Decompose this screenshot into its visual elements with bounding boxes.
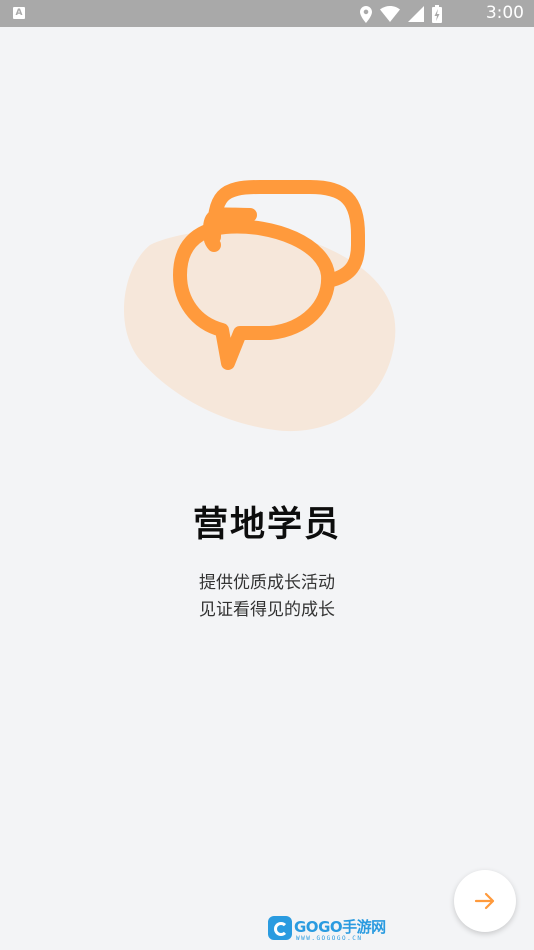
watermark-text: GOGO手游网 (294, 918, 386, 936)
page-subtitle: 提供优质成长活动 见证看得见的成长 (0, 570, 534, 624)
wifi-icon (380, 6, 400, 22)
status-bar: A 3:00 (0, 0, 534, 27)
notification-a-icon: A (13, 7, 25, 19)
cellular-signal-icon (408, 6, 424, 22)
watermark-logo: GOGO手游网 WWW.GOGOGO.CN (268, 914, 386, 944)
watermark-badge-icon (268, 916, 292, 940)
notification-a-label: A (15, 8, 23, 18)
arrow-right-icon (474, 892, 495, 910)
onboarding-screen: A 3:00 营地学员 提供优质成长活动 见证看得见的成长 GOGO手游网 WW… (0, 0, 534, 950)
battery-charging-icon (432, 5, 442, 23)
status-time: 3:00 (485, 3, 524, 23)
page-title: 营地学员 (192, 505, 341, 545)
status-icons (360, 4, 442, 24)
subtitle-line-1: 提供优质成长活动 (199, 573, 335, 593)
next-button[interactable] (454, 870, 516, 932)
chat-bubbles-icon (123, 180, 396, 432)
location-icon (360, 5, 372, 23)
watermark-url: WWW.GOGOGO.CN (296, 935, 363, 942)
subtitle-line-2: 见证看得见的成长 (199, 600, 335, 620)
chat-illustration (110, 175, 410, 445)
